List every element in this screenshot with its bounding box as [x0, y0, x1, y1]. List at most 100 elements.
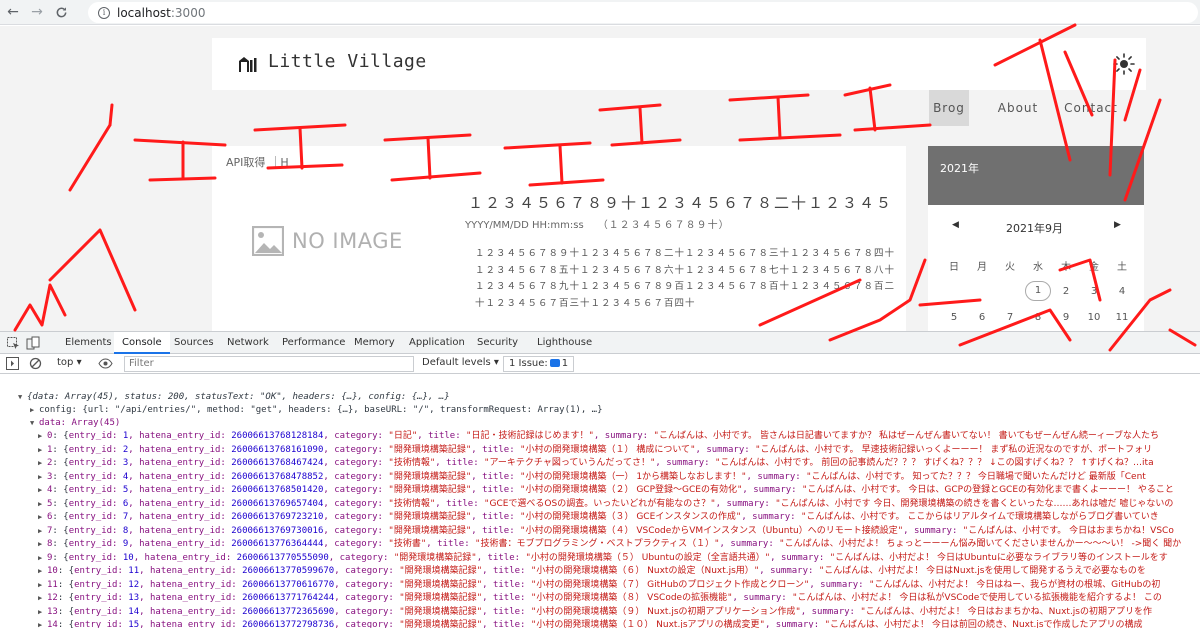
entry-category: 技術情報	[393, 498, 430, 509]
no-image-text: NO IMAGE	[292, 229, 403, 253]
tab-sources[interactable]: Sources	[166, 332, 222, 354]
collapse-triangle-icon: ▶	[38, 459, 43, 467]
calendar-week: 5 6 7 8 9 10 11	[940, 304, 1136, 330]
console-entry-row[interactable]: ▶ 6: {entry_id: 7, hatena_entry_id: 26006…	[38, 511, 1159, 525]
entry-category: 技術情報	[393, 458, 430, 468]
entry-key: , hatena_entry_id:	[128, 458, 232, 468]
entry-key: , summary:	[715, 498, 776, 509]
entry-index: 13	[47, 606, 58, 617]
calendar-day[interactable]: 4	[1108, 286, 1136, 297]
reload-button[interactable]	[50, 1, 72, 23]
forward-button[interactable]: →	[26, 1, 48, 23]
collapse-triangle-icon: ▶	[38, 513, 43, 521]
console-entry-row[interactable]: ▶ 8: {entry_id: 9, hatena_entry_id: 26006…	[38, 538, 1181, 552]
nav-contact[interactable]: Contact	[1060, 90, 1122, 126]
entry-key: , title:	[435, 458, 485, 468]
console-data-line[interactable]: ▼ data: Array(45)	[30, 417, 120, 431]
console-entry-row[interactable]: ▶ 10: {entry_id: 11, hatena_entry_id: 260…	[38, 565, 1146, 579]
tab-elements[interactable]: Elements	[57, 332, 120, 354]
entry-hatena-id: 26006613769723210	[231, 512, 324, 522]
filter-input[interactable]: Filter	[124, 356, 414, 372]
entry-key: , category:	[323, 471, 389, 482]
nav-about[interactable]: About	[990, 90, 1046, 126]
tab-application[interactable]: Application	[401, 332, 473, 354]
context-selector[interactable]: top ▾	[57, 357, 82, 368]
entry-hatena-id: 26006613772365690	[242, 606, 335, 617]
calendar-day[interactable]: 9	[1052, 312, 1080, 323]
entry-hatena-id: 26006613768478852	[231, 471, 324, 482]
address-bar[interactable]: i localhost:3000	[88, 2, 1198, 23]
entry-hatena-id: 26006613769730016	[231, 525, 324, 536]
entry-category: 開発環境構築記録	[404, 593, 477, 603]
post-card[interactable]: API取得 H NO IMAGE １２３４５６７８９十１２３４５６７８二十１２３４…	[212, 146, 906, 331]
console-entry-row[interactable]: ▶ 3: {entry_id: 4, hatena_entry_id: 26006…	[38, 471, 1146, 485]
device-toolbar-icon[interactable]	[26, 336, 40, 350]
entry-key: , category:	[334, 620, 400, 628]
console-entry-row[interactable]: ▶ 7: {entry_id: 8, hatena_entry_id: 26006…	[38, 525, 1174, 539]
console-entry-row[interactable]: ▶ 13: {entry_id: 14, hatena_entry_id: 260…	[38, 606, 1152, 620]
entry-hatena-id: 26006613769657404	[231, 498, 324, 509]
chevron-left-icon[interactable]: ◀	[952, 220, 959, 230]
entry-index: 11	[47, 579, 58, 590]
calendar-day[interactable]: 10	[1080, 312, 1108, 323]
calendar-day[interactable]: 7	[996, 312, 1024, 323]
issues-button[interactable]: 1 Issue: 1	[503, 356, 575, 372]
tab-h[interactable]: H	[275, 156, 289, 169]
console-entry-row[interactable]: ▶ 14: {entry_id: 15, hatena_entry_id: 260…	[38, 619, 1143, 628]
console-entry-row[interactable]: ▶ 9: {entry_id: 10, hatena_entry_id: 2600…	[38, 552, 1168, 566]
tab-console[interactable]: Console	[114, 332, 170, 354]
console-entry-row[interactable]: ▶ 11: {entry_id: 12, hatena_entry_id: 260…	[38, 579, 1160, 593]
console-entry-row[interactable]: ▶ 2: {entry_id: 3, hatena_entry_id: 26006…	[38, 457, 1154, 471]
chevron-right-icon[interactable]: ▶	[1114, 220, 1121, 230]
entry-category: 日記	[393, 431, 412, 441]
calendar-day[interactable]: 8	[1024, 312, 1052, 323]
entry-key: entry_id:	[74, 620, 129, 628]
console-toolbar: top ▾ Filter Default levels ▾ 1 Issue: 1	[0, 354, 1200, 374]
browser-toolbar: ← → i localhost:3000	[0, 0, 1200, 25]
calendar-day[interactable]: 2	[1052, 286, 1080, 297]
tab-memory[interactable]: Memory	[346, 332, 403, 354]
tab-security[interactable]: Security	[469, 332, 526, 354]
entry-summary: こんばんは、小村です。 知ってた？？？ 今日職場で聞いたんだけど 最新版「Cen…	[811, 471, 1146, 482]
inspect-element-icon[interactable]	[6, 336, 20, 350]
entry-title: 小村の開発環境構築（７） GitHubのプロジェクト作成とクローン	[536, 579, 804, 590]
tab-api[interactable]: API取得	[226, 156, 265, 169]
console-log-object[interactable]: ▼ {data: Array(45), status: 200, statusTe…	[18, 391, 450, 405]
tab-performance[interactable]: Performance	[274, 332, 353, 354]
console-entry-row[interactable]: ▶ 0: {entry_id: 1, hatena_entry_id: 26006…	[38, 430, 1159, 444]
calendar-day[interactable]: 5	[940, 312, 968, 323]
calendar-day[interactable]: 3	[1080, 286, 1108, 297]
console-entry-row[interactable]: ▶ 1: {entry_id: 2, hatena_entry_id: 26006…	[38, 444, 1152, 458]
calendar-day-today[interactable]: 1	[1024, 281, 1052, 301]
console-config-line[interactable]: ▶ config: {url: "/api/entries/", method: …	[30, 404, 603, 418]
log-levels-select[interactable]: Default levels ▾	[422, 357, 499, 368]
calendar-day[interactable]: 6	[968, 312, 996, 323]
entry-key: , category:	[323, 458, 389, 468]
clear-console-icon[interactable]	[29, 357, 42, 370]
entry-id: 12	[128, 579, 140, 590]
console-entry-row[interactable]: ▶ 12: {entry_id: 13, hatena_entry_id: 260…	[38, 592, 1162, 606]
entry-index: 10	[47, 566, 58, 576]
sidebar-toggle-icon[interactable]	[6, 357, 19, 370]
sun-icon[interactable]	[1112, 52, 1136, 76]
entry-key: , hatena_entry_id:	[128, 539, 232, 549]
post-title[interactable]: １２３４５６７８９十１２３４５６７８二十１２３４５	[468, 192, 893, 213]
info-icon[interactable]: i	[98, 6, 110, 19]
entry-key: , title:	[471, 444, 521, 455]
tab-lighthouse[interactable]: Lighthouse	[529, 332, 600, 354]
console-entry-row[interactable]: ▶ 4: {entry_id: 5, hatena_entry_id: 26006…	[38, 484, 1174, 498]
entry-punct: : {	[57, 579, 75, 590]
entry-key: , summary:	[770, 552, 830, 563]
building-logo-icon[interactable]	[238, 55, 258, 73]
tab-network[interactable]: Network	[219, 332, 277, 354]
entry-punct: : {	[52, 512, 69, 522]
entry-title: 小村の開発環境構築（１） 構成について	[525, 444, 691, 455]
calendar-day[interactable]: 11	[1108, 312, 1136, 323]
console-entry-row[interactable]: ▶ 5: {entry_id: 6, hatena_entry_id: 26006…	[38, 498, 1173, 512]
back-button[interactable]: ←	[2, 1, 24, 23]
entry-punct: : {	[57, 593, 75, 603]
entry-key: , hatena_entry_id:	[128, 471, 232, 482]
nav-brog[interactable]: Brog	[929, 90, 969, 126]
site-title[interactable]: Little Village	[268, 51, 427, 72]
eye-icon[interactable]	[98, 358, 113, 369]
